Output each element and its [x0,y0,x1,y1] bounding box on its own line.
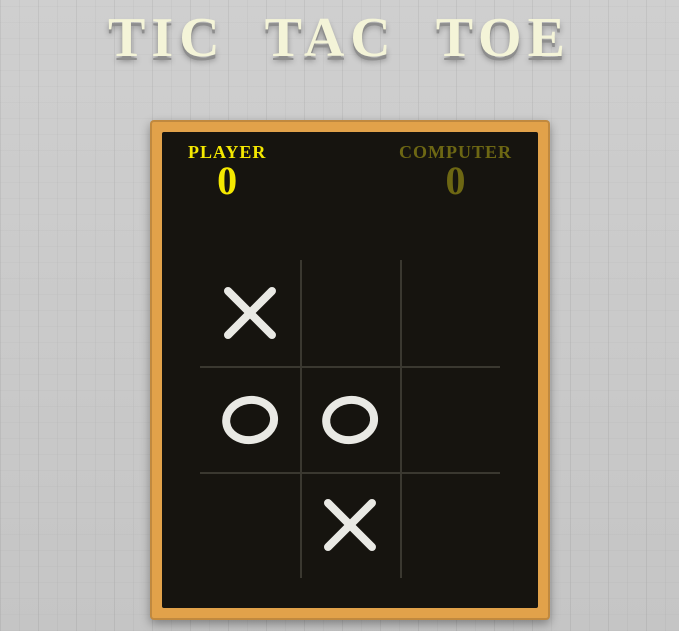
player-score-box: PLAYER 0 [188,142,266,201]
page-title: TIC TAC TOE [0,6,679,70]
x-mark-icon [200,260,300,366]
computer-score-box: COMPUTER 0 [399,142,512,201]
cell-2-1[interactable] [300,472,400,578]
player-score: 0 [188,161,266,201]
o-mark-icon [200,366,300,472]
cell-1-2[interactable] [400,366,500,472]
cell-1-1[interactable] [300,366,400,472]
cell-0-0[interactable] [200,260,300,366]
score-row: PLAYER 0 COMPUTER 0 [162,142,538,201]
cell-0-2[interactable] [400,260,500,366]
o-mark-icon [300,366,400,472]
cell-2-2[interactable] [400,472,500,578]
cell-1-0[interactable] [200,366,300,472]
chalkboard: PLAYER 0 COMPUTER 0 [162,132,538,608]
computer-score: 0 [399,161,512,201]
board-frame: PLAYER 0 COMPUTER 0 [150,120,550,620]
x-mark-icon [300,472,400,578]
game-grid [200,260,500,578]
cell-2-0[interactable] [200,472,300,578]
cell-0-1[interactable] [300,260,400,366]
